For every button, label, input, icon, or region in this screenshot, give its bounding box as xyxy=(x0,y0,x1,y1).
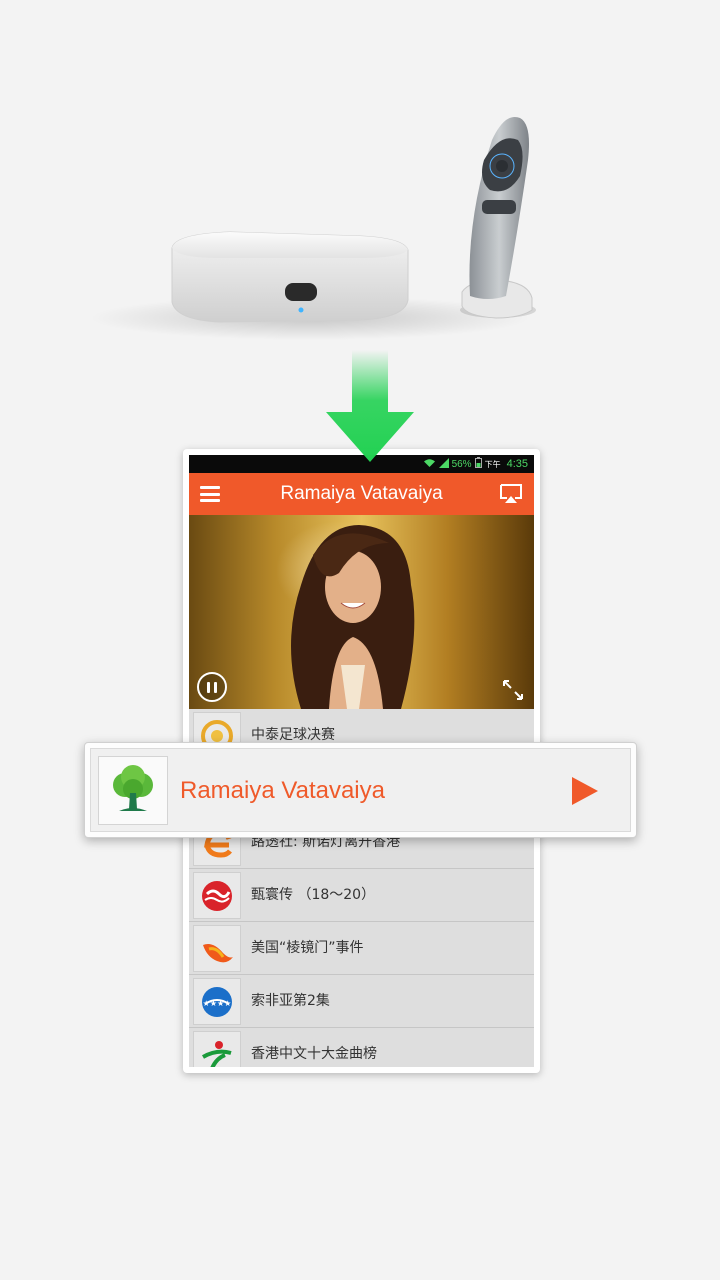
cast-button[interactable] xyxy=(498,483,524,505)
list-item-label: 香港中文十大金曲榜 xyxy=(251,1046,377,1062)
menu-button[interactable] xyxy=(200,484,220,504)
set-top-box xyxy=(171,231,409,323)
play-icon[interactable] xyxy=(570,775,600,807)
time-period: 下午 xyxy=(484,459,501,469)
red-wave-logo-icon xyxy=(193,872,241,919)
list-item[interactable]: ★★★★ 索非亚第2集 xyxy=(189,975,534,1028)
blue-stars-logo-icon: ★★★★ xyxy=(193,978,241,1025)
clock: 4:35 xyxy=(506,458,528,470)
list-item[interactable]: 香港中文十大金曲榜 xyxy=(189,1028,534,1067)
list-item-label: 索非亚第2集 xyxy=(251,993,330,1009)
list-item[interactable]: 甄寰传 （18～20） xyxy=(189,869,534,922)
wifi-icon xyxy=(423,458,436,471)
tree-icon xyxy=(98,756,168,825)
green-red-figure-logo-icon xyxy=(193,1031,241,1067)
svg-text:★★★★: ★★★★ xyxy=(203,999,232,1008)
app-bar: Ramaiya Vatavaiya xyxy=(189,473,534,515)
battery-percent: 56% xyxy=(451,458,472,470)
battery-icon xyxy=(474,457,482,471)
flame-logo-icon xyxy=(193,925,241,972)
video-portrait-image xyxy=(291,525,415,709)
hamburger-icon xyxy=(200,486,220,489)
cast-icon xyxy=(500,484,522,503)
fullscreen-button[interactable] xyxy=(502,679,524,701)
signal-icon xyxy=(438,457,449,471)
list-item-label: 美国“棱镜门”事件 xyxy=(251,940,364,956)
app-title: Ramaiya Vatavaiya xyxy=(280,483,443,504)
list-item[interactable]: 美国“棱镜门”事件 xyxy=(189,922,534,975)
now-playing-title: Ramaiya Vatavaiya xyxy=(180,777,385,804)
remote-control xyxy=(460,116,536,319)
video-player[interactable] xyxy=(189,515,534,709)
down-arrow-icon xyxy=(326,350,414,462)
pause-button[interactable] xyxy=(197,672,227,702)
list-item-label: 甄寰传 （18～20） xyxy=(251,887,376,903)
now-playing-card[interactable]: Ramaiya Vatavaiya xyxy=(84,742,637,838)
fullscreen-icon xyxy=(503,680,523,700)
pause-icon xyxy=(207,681,210,693)
now-playing-card-inner: Ramaiya Vatavaiya xyxy=(90,748,631,832)
